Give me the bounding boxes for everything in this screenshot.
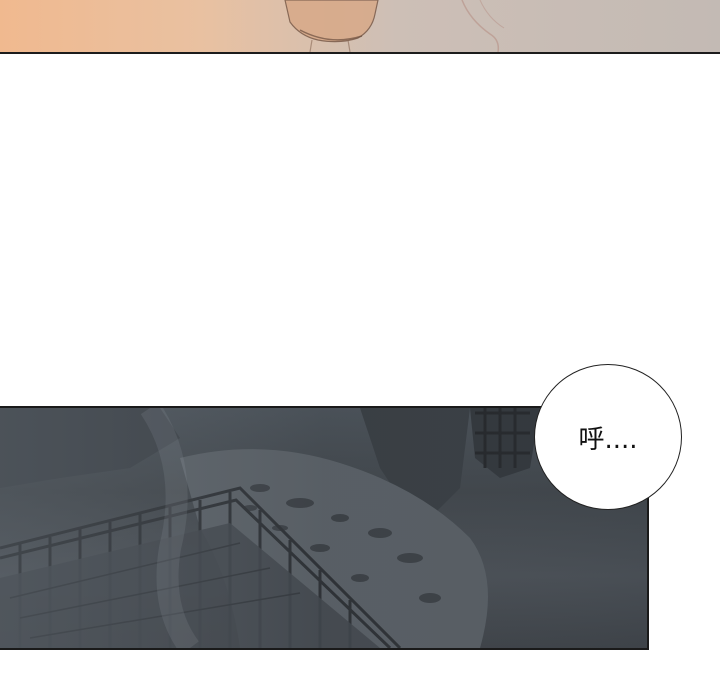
speech-text: 呼....: [578, 424, 638, 455]
top-comic-panel: [0, 0, 720, 54]
scene-fragment-illustration: [284, 0, 505, 52]
speech-bubble: 呼....: [534, 364, 682, 510]
